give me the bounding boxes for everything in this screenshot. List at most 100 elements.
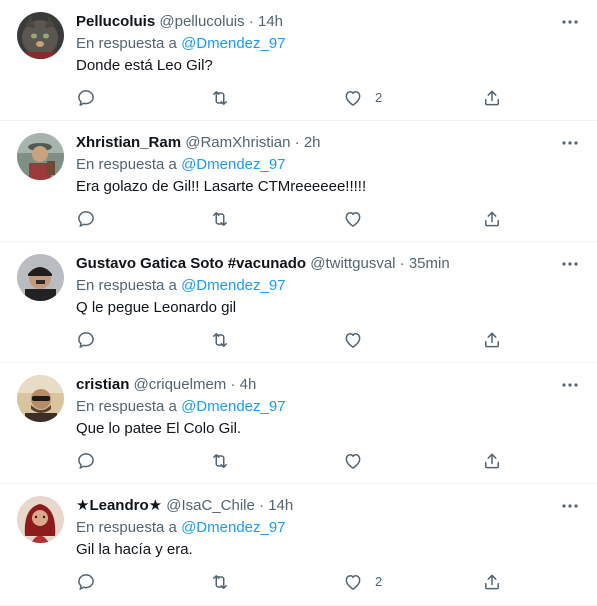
- heart-icon: [345, 454, 361, 469]
- share-icon: [485, 453, 499, 469]
- like-button[interactable]: [343, 451, 375, 471]
- retweet-button[interactable]: [210, 330, 230, 350]
- person-sunglasses-avatar-icon: [17, 375, 64, 422]
- timestamp[interactable]: 35min: [409, 255, 450, 272]
- retweet-button[interactable]: [210, 88, 230, 108]
- tweet-header: Xhristian_Ram @RamXhristian · 2h: [76, 133, 321, 153]
- timestamp[interactable]: 14h: [258, 13, 283, 30]
- share-button[interactable]: [482, 330, 502, 350]
- tweet-actions: [76, 330, 506, 350]
- reply-context: En respuesta a @Dmendez_97: [76, 155, 286, 175]
- reply-button[interactable]: [76, 572, 96, 592]
- mention-link[interactable]: @Dmendez_97: [181, 156, 285, 173]
- display-name[interactable]: Gustavo Gatica Soto #vacunado: [76, 255, 306, 272]
- like-count: 2: [375, 90, 383, 105]
- display-name[interactable]: Pellucoluis: [76, 13, 155, 30]
- share-icon: [485, 332, 499, 348]
- like-button[interactable]: 2: [343, 572, 382, 592]
- more-options-button[interactable]: [560, 496, 580, 516]
- tweet[interactable]: Xhristian_Ram @RamXhristian · 2h En resp…: [0, 121, 597, 242]
- person-red-hair-avatar-icon: [17, 496, 64, 543]
- person-outdoor-avatar-icon: [17, 133, 64, 180]
- avatar[interactable]: [17, 496, 64, 543]
- share-icon: [485, 574, 499, 590]
- mention-link[interactable]: @Dmendez_97: [181, 519, 285, 536]
- more-options-button[interactable]: [560, 254, 580, 274]
- retweet-button[interactable]: [210, 572, 230, 592]
- tweet-actions: 2: [76, 88, 506, 108]
- tweet-header: Gustavo Gatica Soto #vacunado @twittgusv…: [76, 254, 450, 274]
- user-handle[interactable]: @pellucoluis: [159, 13, 244, 30]
- user-handle[interactable]: @IsaC_Chile: [166, 497, 255, 514]
- more-options-button[interactable]: [560, 12, 580, 32]
- tweet-header: Pellucoluis @pellucoluis · 14h: [76, 12, 283, 32]
- retweet-icon: [213, 454, 227, 468]
- more-options-button[interactable]: [560, 133, 580, 153]
- display-name[interactable]: ★Leandro★: [76, 497, 162, 514]
- avatar[interactable]: [17, 254, 64, 301]
- retweet-button[interactable]: [210, 451, 230, 471]
- tweet-actions: [76, 209, 506, 229]
- more-icon: [562, 504, 578, 508]
- retweet-icon: [213, 333, 227, 347]
- user-handle[interactable]: @RamXhristian: [185, 134, 290, 151]
- heart-icon: [345, 91, 361, 106]
- share-button[interactable]: [482, 572, 502, 592]
- share-button[interactable]: [482, 451, 502, 471]
- user-handle[interactable]: @twittgusval: [310, 255, 395, 272]
- more-icon: [562, 141, 578, 145]
- tweet-actions: 2: [76, 572, 506, 592]
- mention-link[interactable]: @Dmendez_97: [181, 35, 285, 52]
- more-options-button[interactable]: [560, 375, 580, 395]
- user-handle[interactable]: @criquelmem: [134, 376, 227, 393]
- reply-button[interactable]: [76, 451, 96, 471]
- timestamp[interactable]: 2h: [304, 134, 321, 151]
- separator-dot: ·: [248, 13, 254, 30]
- heart-icon: [345, 212, 361, 227]
- reply-button[interactable]: [76, 330, 96, 350]
- tweet[interactable]: cristian @criquelmem · 4h En respuesta a…: [0, 363, 597, 484]
- tweet-actions: [76, 451, 506, 471]
- reply-button[interactable]: [76, 88, 96, 108]
- like-button[interactable]: 2: [343, 88, 382, 108]
- avatar[interactable]: [17, 375, 64, 422]
- reply-icon: [78, 90, 94, 106]
- timestamp[interactable]: 14h: [268, 497, 293, 514]
- retweet-icon: [213, 212, 227, 226]
- mention-link[interactable]: @Dmendez_97: [181, 277, 285, 294]
- tweet[interactable]: Pellucoluis @pellucoluis · 14h En respue…: [0, 0, 597, 121]
- avatar[interactable]: [17, 12, 64, 59]
- like-button[interactable]: [343, 330, 375, 350]
- tweet[interactable]: ★Leandro★ @IsaC_Chile · 14h En respuesta…: [0, 484, 597, 606]
- reply-icon: [78, 332, 94, 348]
- heart-icon: [345, 333, 361, 348]
- reply-prefix: En respuesta a: [76, 519, 177, 536]
- tweet[interactable]: Gustavo Gatica Soto #vacunado @twittgusv…: [0, 242, 597, 363]
- timestamp[interactable]: 4h: [240, 376, 257, 393]
- separator-dot: ·: [259, 497, 265, 514]
- tweet-text: Gil la hacía y era.: [76, 541, 193, 558]
- separator-dot: ·: [399, 255, 405, 272]
- share-button[interactable]: [482, 209, 502, 229]
- reply-prefix: En respuesta a: [76, 277, 177, 294]
- display-name[interactable]: Xhristian_Ram: [76, 134, 181, 151]
- reply-prefix: En respuesta a: [76, 156, 177, 173]
- like-count: 2: [375, 574, 383, 589]
- tweet-text: Q le pegue Leonardo gil: [76, 299, 237, 316]
- reply-button[interactable]: [76, 209, 96, 229]
- retweet-icon: [213, 91, 227, 105]
- like-button[interactable]: [343, 209, 375, 229]
- reply-icon: [78, 574, 94, 590]
- tweet-text: Era golazo de Gil!! Lasarte CTMreeeeee!!…: [76, 178, 367, 195]
- share-button[interactable]: [482, 88, 502, 108]
- display-name[interactable]: cristian: [76, 376, 129, 393]
- mention-link[interactable]: @Dmendez_97: [181, 398, 285, 415]
- reply-prefix: En respuesta a: [76, 398, 177, 415]
- replies-feed: Pellucoluis @pellucoluis · 14h En respue…: [0, 0, 597, 606]
- share-icon: [485, 211, 499, 227]
- avatar[interactable]: [17, 133, 64, 180]
- separator-dot: ·: [230, 376, 236, 393]
- reply-context: En respuesta a @Dmendez_97: [76, 518, 286, 538]
- tweet-text: Donde está Leo Gil?: [76, 57, 213, 74]
- retweet-button[interactable]: [210, 209, 230, 229]
